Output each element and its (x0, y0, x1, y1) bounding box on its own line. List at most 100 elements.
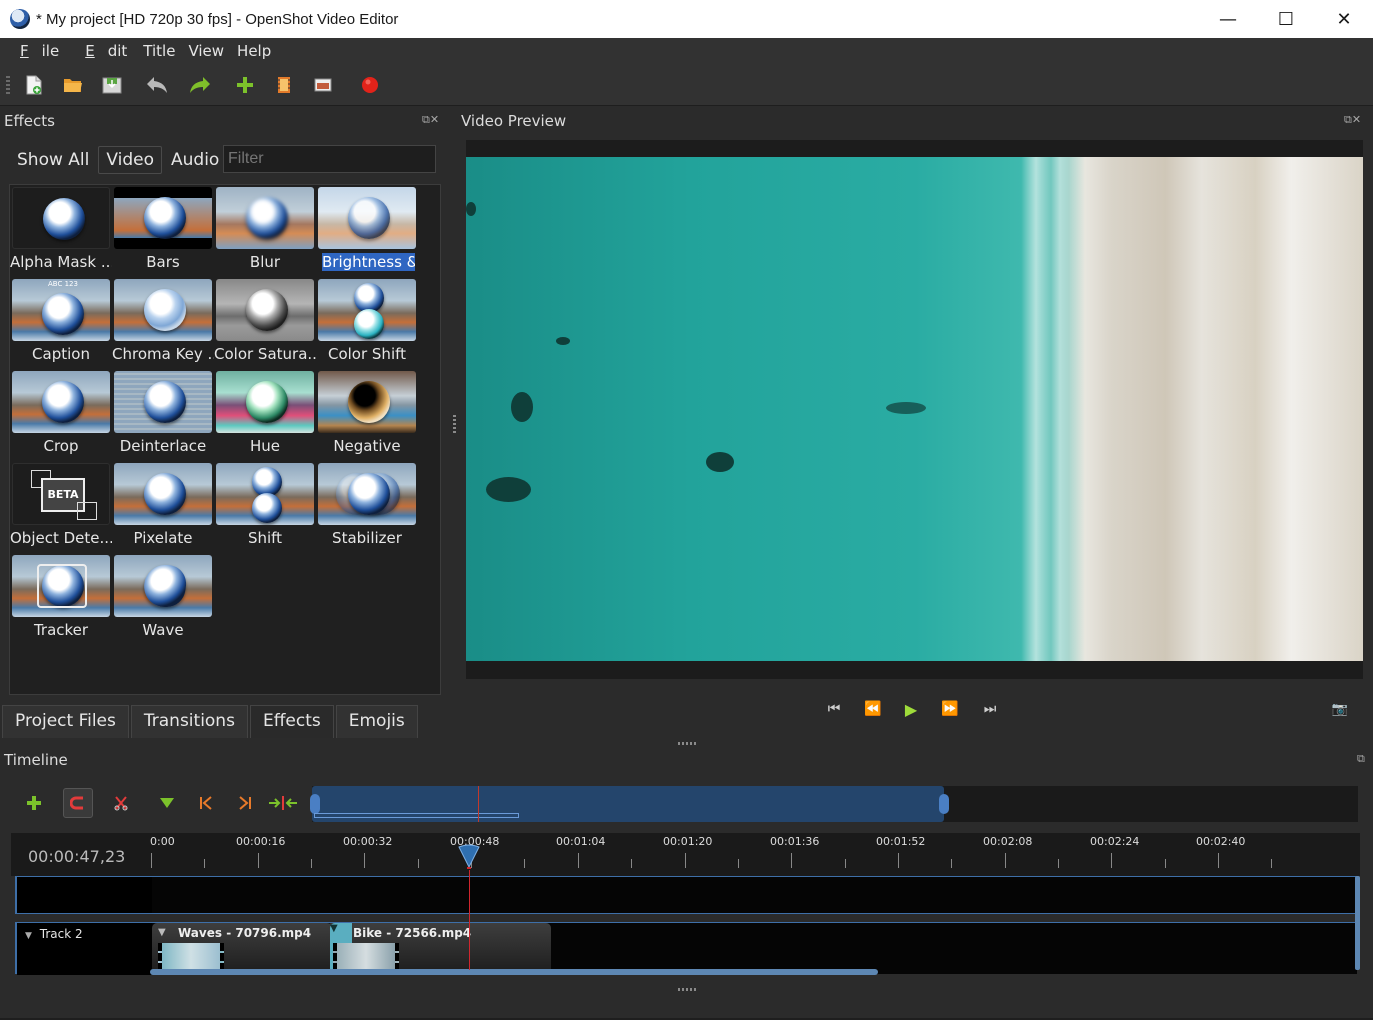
effect-crop[interactable]: Crop (10, 369, 112, 461)
effect-object-detection[interactable]: BETA Object Dete... (10, 461, 112, 553)
rewind-button[interactable]: ⏪ (862, 698, 884, 720)
track-header[interactable] (17, 877, 152, 913)
playhead-marker-icon[interactable] (457, 843, 481, 869)
openshot-logo-icon (348, 197, 390, 239)
snapping-icon[interactable] (63, 788, 93, 818)
clip-menu-icon[interactable]: ▼ (158, 927, 166, 938)
track-2[interactable]: ▼ Track 2 ▼ Waves - 70796.mp4 ▼ Bike - 7… (15, 922, 1357, 975)
undo-icon[interactable] (145, 73, 169, 97)
effect-color-saturation[interactable]: Color Satura... (214, 277, 316, 369)
menu-title[interactable]: Title (143, 42, 175, 60)
effects-filter-input[interactable] (223, 145, 436, 173)
effect-negative[interactable]: Negative (316, 369, 418, 461)
timecode-display: 00:00:47,23 (28, 847, 126, 866)
tab-effects[interactable]: Effects (249, 705, 334, 738)
tab-transitions[interactable]: Transitions (130, 705, 248, 738)
effect-brightness[interactable]: Brightness &... (316, 185, 418, 277)
preview-dock-buttons[interactable]: ⧉✕ (1344, 113, 1361, 127)
ruler-tick (1057, 859, 1059, 868)
tab-emojis[interactable]: Emojis (335, 705, 418, 738)
import-files-icon[interactable] (233, 73, 257, 97)
timeline-horizontal-scrollbar[interactable] (150, 969, 878, 975)
save-project-icon[interactable] (100, 73, 124, 97)
choose-profile-icon[interactable] (272, 73, 296, 97)
camera-icon[interactable]: 📷 (1329, 698, 1351, 720)
track-1[interactable] (15, 876, 1357, 914)
redo-icon[interactable] (188, 73, 212, 97)
jump-to-end-button[interactable]: ⏭ (979, 698, 1001, 720)
next-marker-icon[interactable] (230, 788, 260, 818)
fullscreen-icon[interactable] (311, 73, 335, 97)
menu-edit[interactable]: Edit (75, 42, 130, 60)
window-controls: — ☐ ✕ (1199, 0, 1373, 38)
play-button[interactable]: ▶ (900, 698, 922, 720)
previous-marker-icon[interactable] (191, 788, 221, 818)
new-project-icon[interactable] (22, 73, 46, 97)
fast-forward-button[interactable]: ⏩ (939, 698, 961, 720)
effect-label: Caption (32, 345, 90, 363)
openshot-logo-icon (348, 473, 390, 515)
minimize-button[interactable]: — (1199, 0, 1257, 38)
timeline-dock-buttons[interactable]: ⧉ (1357, 752, 1365, 766)
effect-bars[interactable]: Bars (112, 185, 214, 277)
effect-thumbnail: ABC 123 (12, 279, 110, 341)
ruler-tick (631, 859, 633, 868)
track-menu-icon[interactable]: ▼ (25, 931, 32, 941)
timeline-ruler[interactable]: 00:00:47,23 0:00 00:00:16 00:00:32 00:00… (11, 833, 1360, 876)
ruler-tick (844, 859, 846, 868)
caption-badge: ABC 123 (48, 280, 78, 288)
jump-to-start-button[interactable]: ⏮ (823, 698, 845, 720)
playhead-line (469, 870, 470, 970)
effect-shift[interactable]: Shift (214, 461, 316, 553)
menu-view[interactable]: View (188, 42, 224, 60)
video-preview[interactable] (466, 157, 1363, 661)
effect-pixelate[interactable]: Pixelate (112, 461, 214, 553)
tab-video[interactable]: Video (98, 146, 162, 174)
effect-stabilizer[interactable]: Stabilizer (316, 461, 418, 553)
razor-icon[interactable] (106, 788, 136, 818)
effect-caption[interactable]: ABC 123 Caption (10, 277, 112, 369)
center-on-playhead-icon[interactable] (268, 788, 298, 818)
effect-chroma-key[interactable]: Chroma Key ... (112, 277, 214, 369)
ruler-tick (1111, 853, 1113, 868)
effect-thumbnail (114, 187, 212, 249)
timeline-vertical-scrollbar[interactable] (1355, 876, 1360, 970)
ruler-tick (684, 853, 686, 868)
zoom-handle-left[interactable] (310, 794, 320, 814)
zoom-handle-right[interactable] (939, 794, 949, 814)
effect-thumbnail (318, 279, 416, 341)
splitter-handle[interactable] (678, 742, 696, 745)
effect-thumbnail (216, 463, 314, 525)
effect-label: Color Shift (327, 345, 407, 363)
tab-audio[interactable]: Audio (164, 147, 226, 173)
effect-deinterlace[interactable]: Deinterlace (112, 369, 214, 461)
effect-alpha-mask[interactable]: Alpha Mask ... (10, 185, 112, 277)
splitter-handle[interactable] (678, 988, 696, 991)
timeline-zoom-scroller[interactable] (310, 786, 1358, 822)
splitter-handle[interactable] (453, 415, 456, 433)
menu-file[interactable]: File (10, 42, 62, 60)
effect-tracker[interactable]: Tracker (10, 553, 112, 645)
effects-panel-title: Effects (4, 112, 55, 130)
surf-line (1051, 157, 1069, 661)
effect-color-shift[interactable]: Color Shift (316, 277, 418, 369)
add-track-icon[interactable] (19, 788, 49, 818)
tab-project-files[interactable]: Project Files (2, 705, 129, 738)
clip-waves[interactable]: ▼ Waves - 70796.mp4 (152, 923, 332, 971)
menu-help[interactable]: Help (237, 42, 271, 60)
export-video-icon[interactable] (358, 73, 382, 97)
close-button[interactable]: ✕ (1315, 0, 1373, 38)
toolbar-grip[interactable] (6, 76, 10, 94)
clip-bike[interactable]: ▼ Bike - 72566.mp4 (327, 923, 551, 971)
effects-dock-buttons[interactable]: ⧉✕ (422, 113, 439, 127)
track-header[interactable]: ▼ Track 2 (17, 923, 152, 975)
tab-show-all[interactable]: Show All (10, 147, 96, 173)
effect-wave[interactable]: Wave (112, 553, 214, 645)
reef (466, 202, 476, 216)
open-project-icon[interactable] (61, 73, 85, 97)
effect-hue[interactable]: Hue (214, 369, 316, 461)
add-marker-icon[interactable] (152, 788, 182, 818)
effect-blur[interactable]: Blur (214, 185, 316, 277)
effect-label: Stabilizer (332, 529, 402, 547)
maximize-button[interactable]: ☐ (1257, 0, 1315, 38)
